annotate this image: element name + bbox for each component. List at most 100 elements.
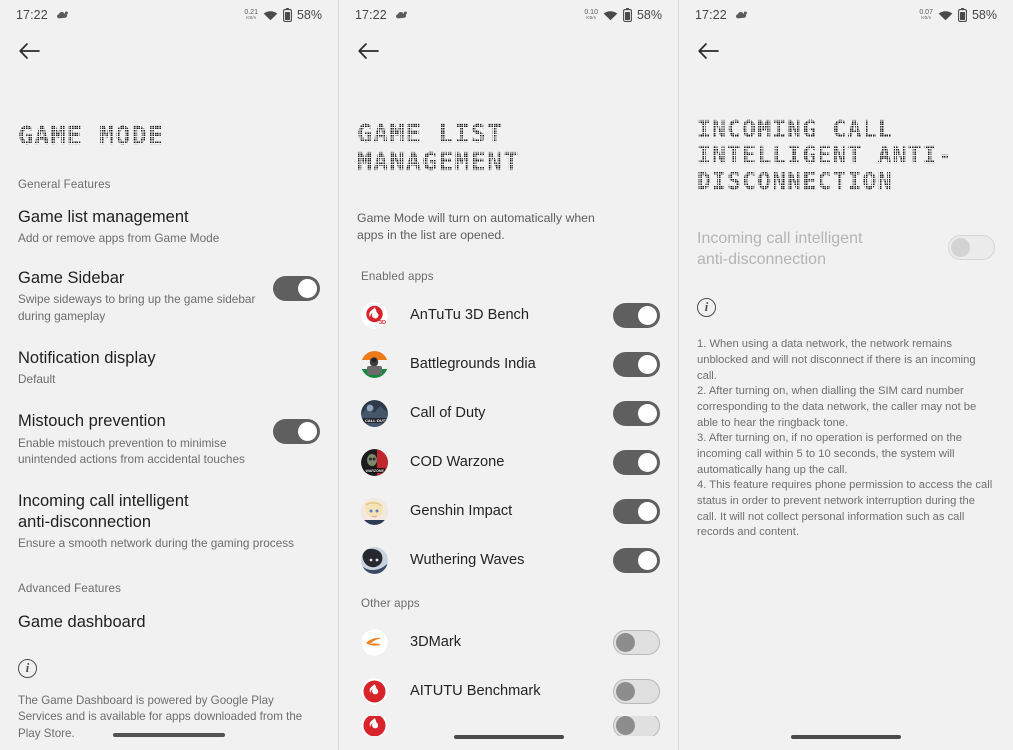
toggle-knob — [638, 354, 657, 374]
app-list-item[interactable]: WARZONE COD Warzone — [339, 438, 678, 487]
info-icon: i — [697, 298, 716, 318]
setting-row-mistouch-prevention[interactable]: Mistouch prevention Enable mistouch prev… — [0, 411, 338, 467]
game-sidebar-toggle[interactable] — [273, 276, 320, 302]
system-navigation-pill[interactable] — [113, 733, 225, 737]
network-speed-unit: KB/s — [246, 15, 256, 21]
enabled-apps-list: 3D AnTuTu 3D Bench Battlegrounds India C… — [339, 291, 678, 585]
row-title: Game Sidebar — [18, 269, 125, 288]
wifi-icon — [938, 9, 953, 21]
status-bar: 17:22 0.07 KB/s 58% — [679, 0, 1013, 30]
app-list-item[interactable] — [339, 715, 678, 736]
cloud-notification-icon — [56, 10, 69, 21]
row-title: Mistouch prevention — [18, 412, 166, 431]
page-title-text: GAME MODE — [15, 120, 167, 152]
info-item: 3. After turning on, if no operation is … — [697, 432, 962, 476]
3dmark-app-icon — [361, 628, 388, 656]
info-icon-wrap: i — [0, 658, 338, 678]
page-description: Game Mode will turn on automatically whe… — [357, 211, 595, 242]
network-speed-unit: KB/s — [921, 15, 931, 21]
toggle-knob — [616, 716, 635, 736]
toggle-knob — [616, 632, 635, 652]
svg-text:WARZONE: WARZONE — [366, 469, 385, 473]
setting-row-game-dashboard[interactable]: Game dashboard — [0, 612, 338, 633]
status-bar: 17:22 0.21 KB/s 58% — [0, 0, 338, 30]
app-toggle[interactable] — [613, 547, 660, 573]
status-bar-right: 0.21 KB/s 58% — [244, 8, 322, 22]
battery-icon — [623, 8, 632, 22]
row-subtitle: Default — [18, 372, 56, 387]
app-toggle[interactable] — [613, 400, 660, 426]
app-list-item[interactable]: CALL·DUTY Call of Duty — [339, 389, 678, 438]
app-toggle[interactable] — [613, 629, 660, 655]
cloud-notification-icon — [735, 10, 748, 21]
app-toggle[interactable] — [613, 302, 660, 328]
app-name: COD Warzone — [410, 454, 505, 471]
status-bar-clock: 17:22 — [695, 8, 727, 22]
toggle-knob — [638, 501, 657, 521]
app-name: Wuthering Waves — [410, 552, 525, 569]
app-list-item[interactable]: Genshin Impact — [339, 487, 678, 536]
battery-percentage: 58% — [636, 8, 662, 22]
section-label-general: General Features — [18, 178, 111, 191]
app-list-item[interactable]: 3D AnTuTu 3D Bench — [339, 291, 678, 340]
network-speed-unit: KB/s — [586, 15, 596, 21]
row-title: Game list management — [18, 208, 189, 226]
status-bar-right: 0.10 KB/s 58% — [584, 8, 662, 22]
mistouch-prevention-toggle[interactable] — [273, 419, 320, 445]
app-toggle[interactable] — [613, 449, 660, 475]
app-name: Battlegrounds India — [410, 356, 536, 373]
cod-warzone-app-icon: WARZONE — [361, 448, 388, 476]
row-text: Game Sidebar Swipe sideways to bring up … — [18, 268, 273, 324]
toggle-knob — [638, 550, 657, 570]
row-text: Mistouch prevention Enable mistouch prev… — [18, 411, 273, 467]
app-toggle[interactable] — [613, 678, 660, 704]
antutu-3d-bench-app-icon: 3D — [361, 301, 388, 329]
info-item: 2. After turning on, when dialling the S… — [697, 385, 977, 429]
page-title-text: INCOMING CALL INTELLIGENT ANTI-DISCONNEC… — [695, 115, 997, 198]
row-text: Game list management Add or remove apps … — [18, 207, 320, 246]
setting-row-incoming-call-anti-disconnection[interactable]: Incoming call intelligent anti-disconnec… — [0, 491, 338, 551]
system-navigation-pill[interactable] — [453, 734, 564, 739]
status-bar-left: 17:22 — [355, 8, 408, 22]
app-toggle[interactable] — [613, 715, 660, 736]
section-label-other-apps: Other apps — [361, 596, 420, 610]
row-text: Incoming call intelligent anti-disconnec… — [18, 491, 320, 551]
back-arrow-icon[interactable] — [16, 38, 42, 64]
app-name: AITUTU Benchmark — [410, 683, 541, 700]
status-bar-left: 17:22 — [16, 8, 69, 22]
app-list-item[interactable]: Battlegrounds India — [339, 340, 678, 389]
app-list-item[interactable]: Wuthering Waves — [339, 536, 678, 585]
setting-row-game-list-management[interactable]: Game list management Add or remove apps … — [0, 207, 338, 246]
toggle-knob — [298, 279, 317, 299]
setting-row-incoming-call-anti-disconnection[interactable]: Incoming call intelligent anti-disconnec… — [679, 229, 1013, 270]
app-toggle[interactable] — [613, 498, 660, 524]
app-toggle[interactable] — [613, 351, 660, 377]
wifi-icon — [263, 9, 278, 21]
incoming-call-anti-disconnection-toggle[interactable] — [948, 235, 995, 261]
setting-row-game-sidebar[interactable]: Game Sidebar Swipe sideways to bring up … — [0, 268, 338, 324]
back-arrow-icon[interactable] — [355, 38, 381, 64]
row-title: Notification display — [18, 349, 156, 368]
wifi-icon — [603, 9, 618, 21]
battery-percentage: 58% — [296, 8, 322, 22]
setting-row-notification-display[interactable]: Notification display Default — [0, 348, 338, 387]
row-text: Notification display Default — [18, 348, 320, 387]
toggle-knob — [638, 305, 657, 325]
back-arrow-icon[interactable] — [695, 38, 721, 64]
row-title: Incoming call intelligent anti-disconnec… — [18, 492, 189, 532]
app-list-item[interactable]: AITUTU Benchmark — [339, 667, 678, 716]
system-navigation-pill[interactable] — [791, 734, 901, 739]
app-name: Call of Duty — [410, 405, 486, 422]
other-apps-list: 3DMark AITUTU Benchmark — [339, 618, 678, 736]
svg-text:CALL·DUTY: CALL·DUTY — [365, 418, 388, 423]
toggle-knob — [638, 452, 657, 472]
battery-icon — [958, 8, 967, 22]
battery-percentage: 58% — [971, 8, 997, 22]
info-icon-wrap: i — [679, 298, 1013, 318]
call-of-duty-app-icon: CALL·DUTY — [361, 399, 388, 427]
page-title-text: GAME LIST MANAGEMENT — [355, 118, 662, 178]
app-list-item[interactable]: 3DMark — [339, 618, 678, 667]
aitutu-benchmark-app-icon — [361, 677, 388, 705]
row-subtitle: Ensure a smooth network during the gamin… — [18, 536, 295, 551]
row-text: Game dashboard — [18, 612, 320, 633]
